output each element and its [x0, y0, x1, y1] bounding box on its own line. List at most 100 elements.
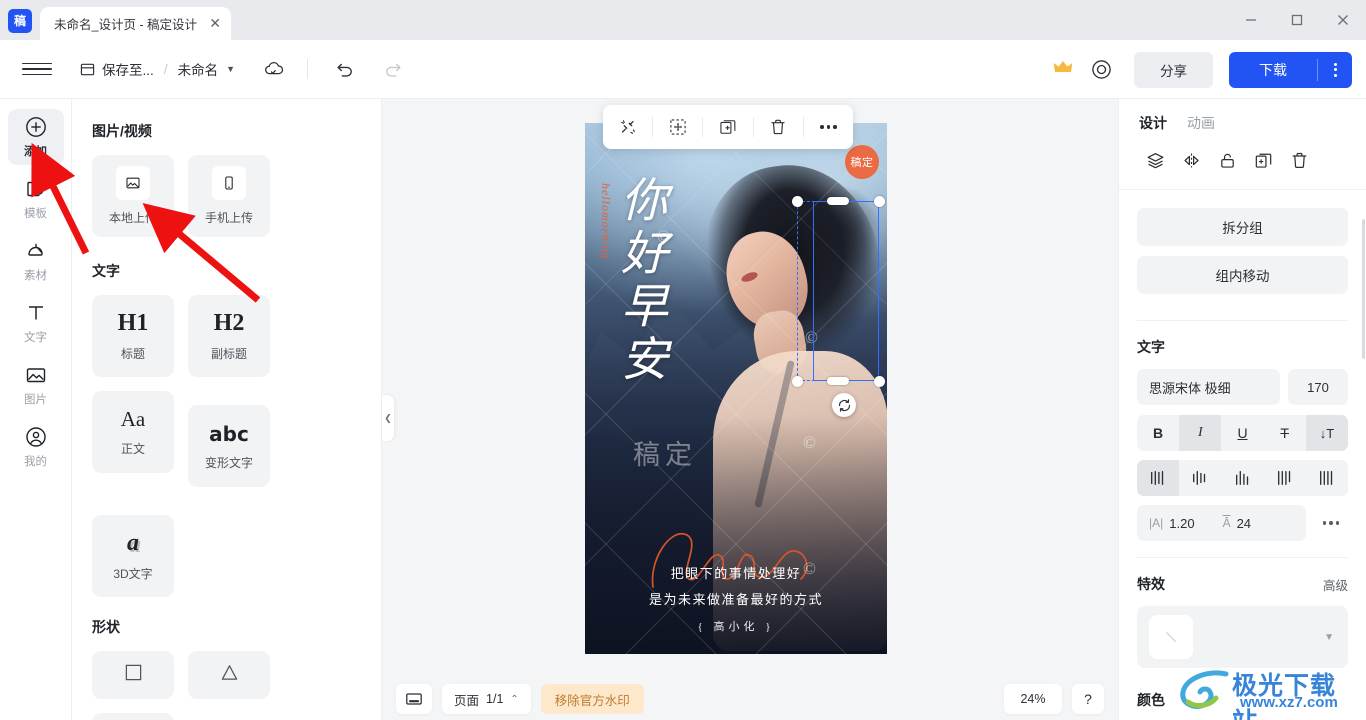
select-move-icon[interactable]	[653, 105, 702, 149]
minimize-icon[interactable]	[1228, 0, 1274, 40]
selection-handle-bl[interactable]	[792, 376, 803, 387]
align-right-button[interactable]	[1264, 460, 1306, 496]
remove-watermark-button[interactable]: 移除官方水印	[540, 684, 644, 714]
rail-item-image[interactable]: 图片	[8, 357, 64, 413]
poster-watermark-c-1: ©	[657, 227, 670, 246]
copy-icon[interactable]	[1245, 145, 1281, 175]
line-height-value[interactable]: 1.20	[1169, 516, 1194, 531]
document-name[interactable]: 未命名	[178, 59, 219, 79]
page-value: 1/1	[486, 692, 504, 706]
rail-item-mine[interactable]: 我的	[8, 419, 64, 475]
align-distribute-button[interactable]	[1306, 460, 1348, 496]
section-shape: 形状	[92, 617, 361, 720]
trash-icon[interactable]	[754, 105, 803, 149]
align-justify-button[interactable]	[1137, 460, 1180, 496]
heading-card[interactable]: H1 标题	[92, 295, 174, 377]
body-text-label: 正文	[120, 442, 145, 456]
selection-handle-bottom[interactable]	[827, 377, 849, 385]
download-button[interactable]: 下载	[1229, 52, 1317, 88]
font-row: 思源宋体 极细 170	[1137, 369, 1348, 405]
save-to-label: 保存至...	[102, 63, 154, 78]
hamburger-icon[interactable]	[22, 54, 52, 84]
rail-item-template[interactable]: 模板	[8, 171, 64, 227]
panel-collapse-handle[interactable]: ❮	[382, 395, 394, 441]
triangle-shape-card[interactable]	[188, 651, 270, 699]
redo-icon[interactable]	[378, 54, 408, 84]
move-in-group-button[interactable]: 组内移动	[1137, 256, 1348, 294]
underline-button[interactable]: U	[1221, 415, 1263, 451]
text-icon	[24, 301, 48, 325]
letter-spacing-value[interactable]: 24	[1237, 516, 1251, 531]
material-icon	[24, 239, 48, 263]
rail-item-add[interactable]: 添加	[7, 109, 64, 165]
rail-label-add: 添加	[24, 146, 47, 158]
circle-shape-card[interactable]	[92, 713, 174, 720]
warp-text-card[interactable]: abc 变形文字	[188, 405, 270, 487]
crown-icon[interactable]	[1053, 59, 1073, 80]
canvas-area[interactable]: ❮ hellomorning 你好早安 把眼下的事情处理好 是为未来做准备最好的…	[382, 99, 1118, 720]
chevron-down-icon[interactable]: ▼	[1324, 632, 1334, 643]
italic-button[interactable]: I	[1179, 415, 1222, 451]
text-align-segment	[1137, 460, 1348, 496]
selection-handle-tl[interactable]	[792, 196, 803, 207]
strikethrough-button[interactable]: T	[1264, 415, 1306, 451]
text-selection-box[interactable]	[813, 201, 879, 381]
share-button[interactable]: 分享	[1134, 51, 1213, 88]
font-family-select[interactable]: 思源宋体 极细	[1137, 369, 1280, 405]
rail-item-text[interactable]: 文字	[8, 295, 64, 351]
page-label: 页面	[454, 693, 480, 708]
local-upload-card[interactable]: 本地上传	[92, 155, 174, 237]
zoom-level-button[interactable]: 24%	[1004, 684, 1062, 714]
maximize-icon[interactable]	[1274, 0, 1320, 40]
tab-animation[interactable]: 动画	[1187, 113, 1215, 133]
selection-handle-top[interactable]	[827, 197, 849, 205]
detach-icon[interactable]	[603, 105, 652, 149]
download-more-icon[interactable]	[1318, 52, 1352, 88]
flip-icon[interactable]	[1173, 145, 1209, 175]
align-left-button[interactable]	[1221, 460, 1263, 496]
help-button[interactable]: ?	[1072, 684, 1104, 714]
effects-section-title: 特效	[1137, 576, 1165, 592]
save-to-button[interactable]: 保存至...	[80, 59, 154, 79]
cloud-sync-icon[interactable]	[263, 58, 285, 80]
rotate-icon[interactable]	[832, 393, 856, 417]
page-layout-icon[interactable]	[396, 684, 432, 714]
effects-preset-select[interactable]: ▼	[1137, 606, 1348, 668]
rail-item-material[interactable]: 素材	[8, 233, 64, 289]
more-horizontal-icon[interactable]	[804, 105, 853, 149]
right-panel-scrollbar[interactable]	[1361, 219, 1365, 359]
browser-tab[interactable]: 未命名_设计页 - 稿定设计 ✕	[40, 7, 232, 40]
section-media-title: 图片/视频	[92, 123, 152, 139]
page-indicator[interactable]: 页面 1/1 ⌃	[442, 684, 531, 714]
letter-spacing-icon: Ā	[1222, 516, 1231, 530]
font-size-input[interactable]: 170	[1288, 369, 1348, 405]
effects-advanced-link[interactable]: 高级	[1323, 575, 1348, 594]
align-center-button[interactable]	[1179, 460, 1221, 496]
ungroup-button[interactable]: 拆分组	[1137, 208, 1348, 246]
selection-handle-br[interactable]	[874, 376, 885, 387]
selection-handle-tr[interactable]	[874, 196, 885, 207]
duplicate-icon[interactable]	[703, 105, 752, 149]
body-text-card[interactable]: Aa 正文	[92, 391, 174, 473]
layers-icon[interactable]	[1137, 145, 1173, 175]
close-window-icon[interactable]	[1320, 0, 1366, 40]
square-icon	[124, 663, 143, 687]
tab-design[interactable]: 设计	[1139, 113, 1167, 133]
section-text: 文字 H1 标题 H2 副标题 Aa 正文 abc 变形文字 a 3D文字	[92, 261, 361, 597]
spacing-controls[interactable]: |A| 1.20 Ā 24	[1137, 505, 1306, 541]
vertical-text-button[interactable]: ↓T	[1305, 415, 1348, 451]
design-poster[interactable]: hellomorning 你好早安 把眼下的事情处理好 是为未来做准备最好的方式…	[585, 123, 887, 654]
delete-icon[interactable]	[1281, 145, 1317, 175]
subheading-card[interactable]: H2 副标题	[188, 295, 270, 377]
spacing-more-icon[interactable]	[1314, 505, 1348, 541]
page-chevron-icon[interactable]: ⌃	[510, 694, 518, 705]
bold-button[interactable]: B	[1137, 415, 1179, 451]
phone-upload-card[interactable]: 手机上传	[188, 155, 270, 237]
square-shape-card[interactable]	[92, 651, 174, 699]
chevron-down-icon[interactable]: ▼	[226, 64, 235, 74]
unlock-icon[interactable]	[1209, 145, 1245, 175]
close-tab-icon[interactable]: ✕	[207, 15, 223, 32]
copyright-icon[interactable]	[1091, 59, 1112, 80]
three-d-text-card[interactable]: a 3D文字	[92, 515, 174, 597]
undo-icon[interactable]	[330, 54, 360, 84]
